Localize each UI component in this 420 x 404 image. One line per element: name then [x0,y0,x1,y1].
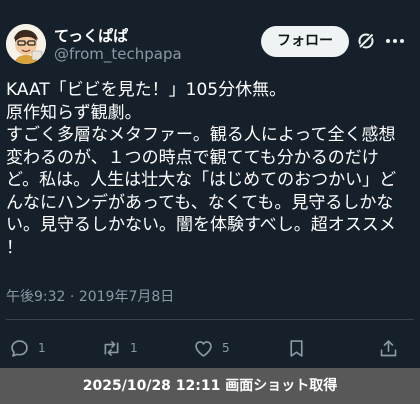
tweet-card: てっくぱぱ @from_techpapa フォロー KAAT「ビビを見た！」10… [0,0,420,368]
tweet-time: 午後9:32 [6,289,66,305]
tweet-text: KAAT「ビビを見た！」105分休無。 原作知らず観劇。 すごく多層なメタファー… [6,79,414,259]
tweet-actions: 1 1 5 [0,334,420,362]
cartoon-man-avatar-icon [6,24,46,64]
reply-button[interactable]: 1 [9,334,46,362]
avatar[interactable] [6,24,46,64]
grok-icon[interactable] [357,32,375,50]
tweet-text-line: んなにハンデがあっても、なくても。見守るしかな [6,192,394,213]
bookmark-icon [290,339,303,357]
author-display-name[interactable]: てっくぱぱ [54,25,128,46]
tweet-text-line: 原作知らず観劇。 [6,102,142,123]
like-button[interactable]: 5 [193,334,230,362]
tweet-text-line: い。見守るしかない。闇を体験すべし。超オススメ [6,215,396,235]
meta-separator: · [69,289,75,305]
share-icon [380,339,397,356]
follow-button[interactable]: フォロー [261,26,349,57]
tweet-timestamp: 午後9:32 · 2019年7月8日 [6,286,174,306]
divider [6,319,414,320]
author-handle[interactable]: @from_techpapa [54,45,182,63]
heart-icon [195,340,212,357]
more-icon[interactable] [383,31,407,51]
like-count: 5 [222,341,230,355]
retweet-icon [104,340,119,356]
tweet-text-line: ど。私は。人生は壮大な「はじめてのおつかい」ど [6,170,397,190]
tweet-header: てっくぱぱ @from_techpapa フォロー [0,0,420,74]
reply-icon [11,339,28,357]
screenshot-timestamp-banner: 2025/10/28 12:11 画面ショット取得 [0,368,420,404]
tweet-text-line: ！ [6,237,23,258]
reply-count: 1 [38,341,46,355]
tweet-time-link[interactable]: 午後9:32 · 2019年7月8日 [6,289,174,305]
tweet-text-line: 変わるのが、１つの時点で観てても分かるのだけ [6,147,379,168]
tweet-text-line: すごく多層なメタファー。観る人によって全く感想 [6,125,396,145]
tweet-date: 2019年7月8日 [78,289,175,305]
tweet-text-line: KAAT「ビビを見た！」105分休無。 [6,80,287,100]
retweet-count: 1 [130,341,138,355]
retweet-button[interactable]: 1 [101,334,138,362]
share-button[interactable] [378,334,399,362]
bookmark-button[interactable] [286,334,307,362]
